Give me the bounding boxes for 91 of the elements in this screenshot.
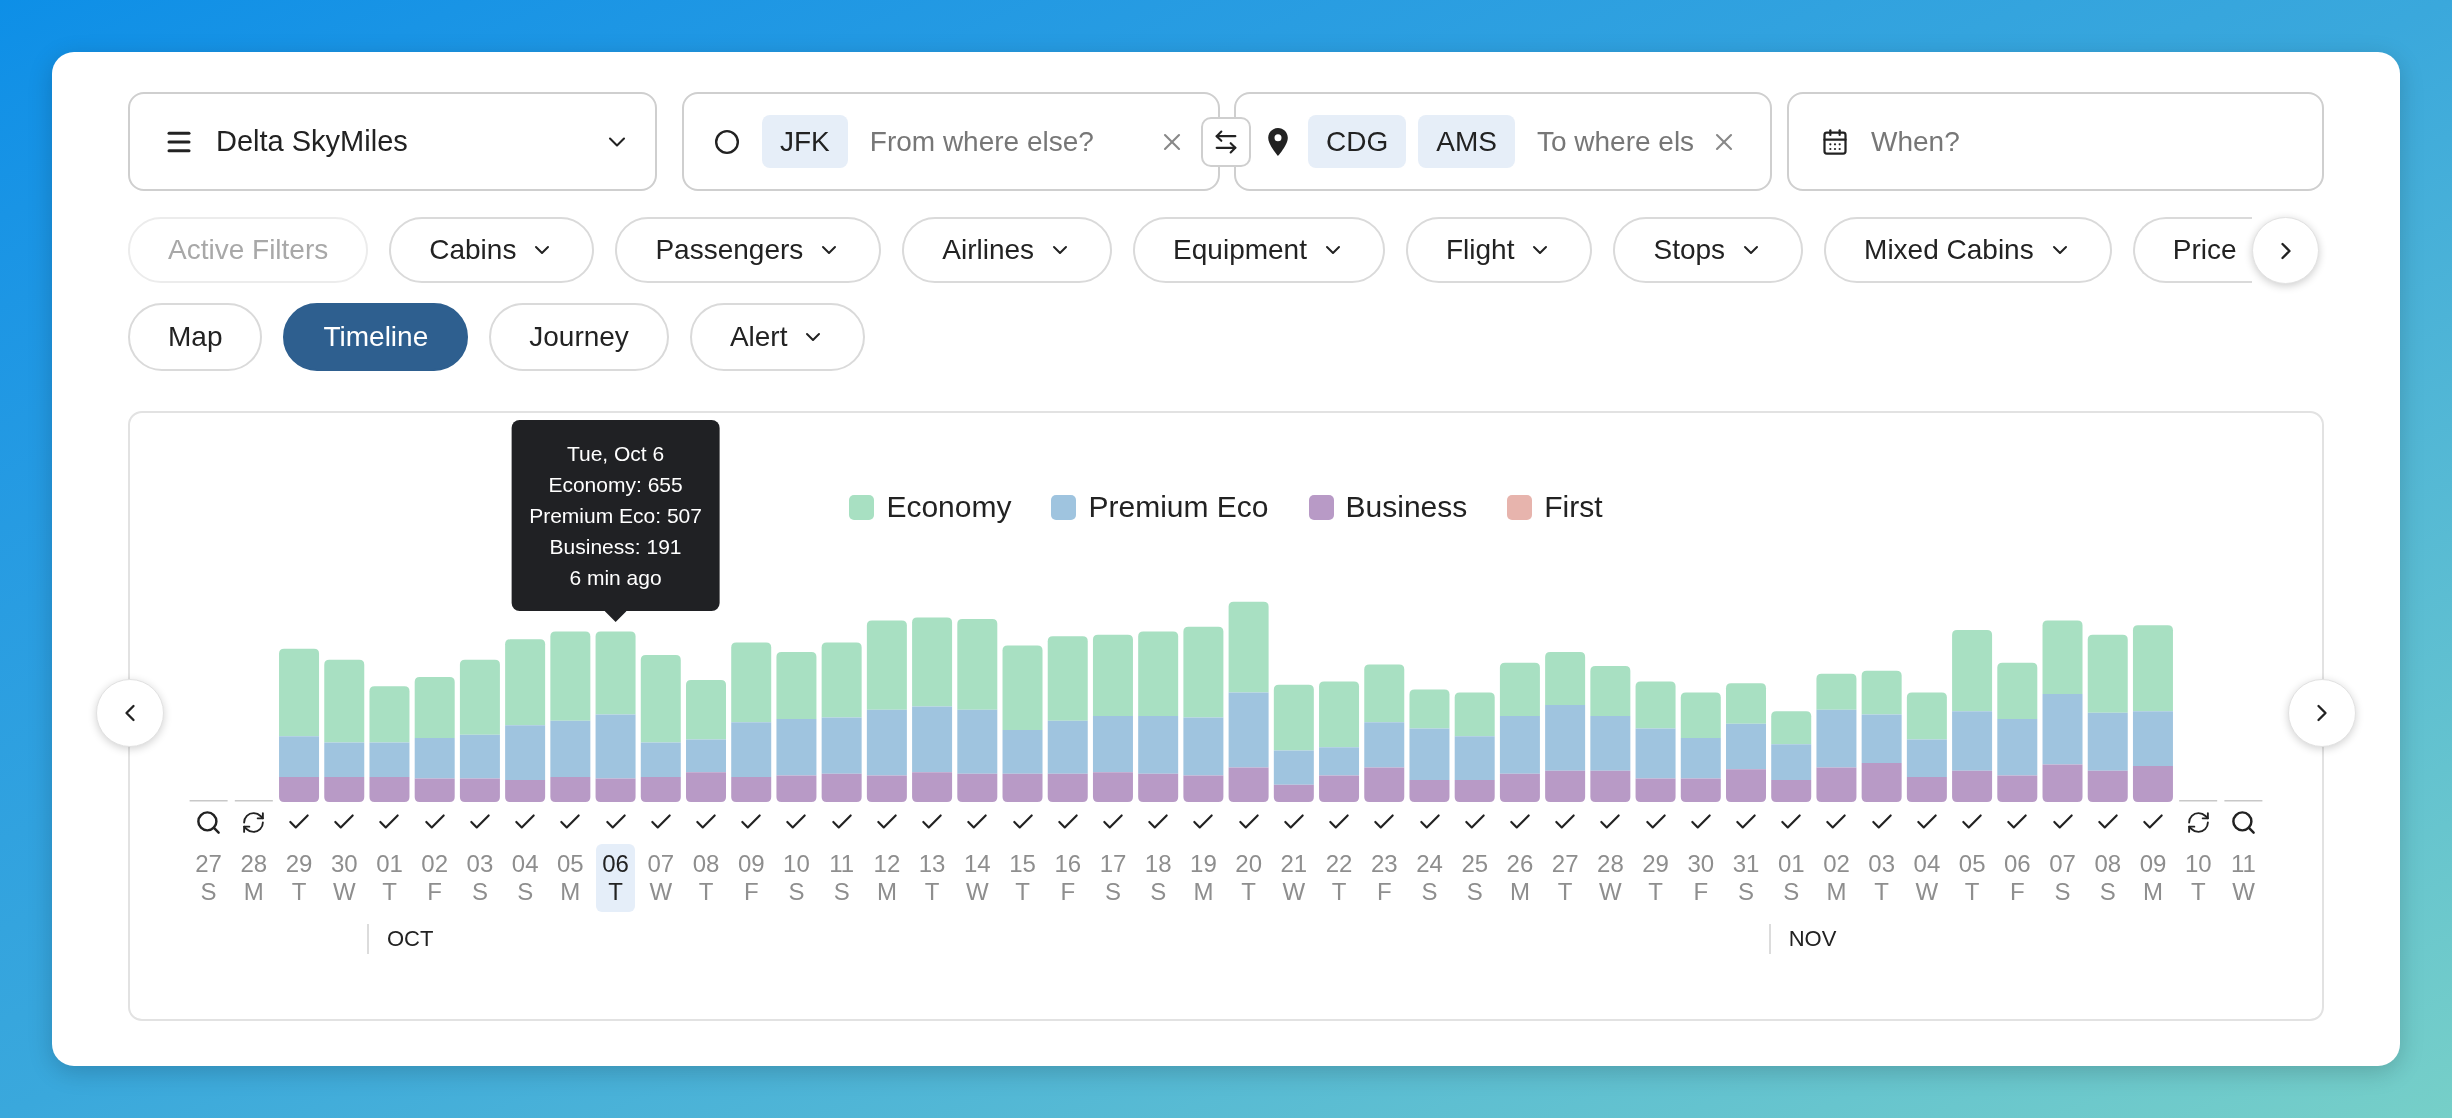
date-button[interactable]: 23 F [1364,844,1404,912]
date-field[interactable]: When? [1787,92,2324,191]
date-button[interactable]: 18 S [1138,844,1178,912]
filter-chip[interactable]: Price [2132,217,2252,283]
filter-chip[interactable]: Stops [1613,217,1804,283]
date-button[interactable]: 29 T [1636,844,1676,912]
refresh-icon[interactable] [241,809,267,835]
date-button[interactable]: 12 M [867,844,907,912]
date-button[interactable]: 02 M [1817,844,1856,912]
date-button[interactable]: 08 S [2088,844,2128,912]
date-button[interactable]: 11 W [2223,844,2263,912]
month-label: NOV [1788,925,1837,953]
filter-chip[interactable]: Mixed Cabins [1824,217,2112,283]
legend-label: Economy [886,489,1012,525]
date-button[interactable]: 07 W [641,844,681,912]
no-data-line [2224,800,2263,802]
view-tab[interactable]: Timeline [283,303,469,371]
destination-field[interactable]: CDG AMS To where els [1234,92,1772,191]
no-data-line [189,800,228,802]
date-button[interactable]: 30 F [1681,844,1721,912]
date-button[interactable]: 13 T [912,844,952,912]
date-button[interactable]: 14 W [957,844,997,912]
date-button[interactable]: 04 S [505,844,545,912]
date-button[interactable]: 10 T [2178,844,2218,912]
no-data-line [234,800,273,802]
filter-chip[interactable]: Passengers [615,217,882,283]
tooltip-text: Business: 191 [549,533,682,560]
date-button[interactable]: 17 S [1093,844,1133,912]
view-tab[interactable]: Journey [489,303,669,371]
date-button[interactable]: 03 S [460,844,500,912]
date-button[interactable]: 09 M [2133,844,2173,912]
tooltip-text: Tue, Oct 6 [566,440,665,467]
date-button[interactable]: 01 T [370,844,409,912]
date-button[interactable]: 11 S [822,844,862,912]
month-label: OCT [386,925,434,953]
calendar-icon [1821,127,1849,156]
swap-button[interactable] [1201,117,1251,167]
search-icon[interactable] [195,808,223,836]
date-button[interactable]: 07 S [2043,844,2083,912]
filter-chip[interactable]: Airlines [902,217,1113,283]
date-button[interactable]: 28 W [1590,844,1630,912]
date-button[interactable]: 31 S [1726,844,1766,912]
circle-icon [714,128,740,155]
no-data-line [2179,800,2218,802]
filter-chip[interactable]: Equipment [1133,217,1385,283]
date-button[interactable]: 16 F [1048,844,1088,912]
date-button[interactable]: 05 T [1952,844,1992,912]
date-button[interactable]: 29 T [279,844,319,912]
legend-label: Business [1345,489,1468,525]
date-button[interactable]: 28 M [234,844,274,912]
date-button[interactable]: 06 F [1997,844,2037,912]
refresh-icon[interactable] [2185,809,2211,835]
destination-input[interactable]: To where els [1536,120,1698,163]
date-button[interactable]: 22 T [1319,844,1359,912]
date-button[interactable]: 08 T [686,844,726,912]
date-button[interactable]: 20 T [1229,844,1269,912]
legend-label: Premium Eco [1088,489,1269,525]
date-input[interactable]: When? [1871,120,2290,163]
date-button[interactable]: 27 T [1545,844,1585,912]
date-button[interactable]: 03 T [1862,844,1902,912]
date-button[interactable]: 30 W [324,844,364,912]
program-select[interactable]: Delta SkyMiles [128,92,657,191]
date-button[interactable]: 15 T [1003,844,1043,912]
map-pin-icon [1268,127,1288,156]
airport-tag[interactable]: CDG [1308,115,1407,168]
view-tab[interactable]: Map [128,303,263,371]
origin-input[interactable]: From where else? [869,120,1136,163]
date-button[interactable]: 26 M [1500,844,1540,912]
origin-field[interactable]: JFK From where else? [682,92,1220,191]
legend-label: First [1544,489,1603,525]
tooltip-text: Economy: 655 [548,471,683,498]
date-button[interactable]: 01 S [1771,844,1811,912]
airport-tag[interactable]: AMS [1418,115,1515,168]
filter-chip[interactable]: Cabins [389,217,595,283]
date-button[interactable]: 04 W [1907,844,1947,912]
airport-tag[interactable]: JFK [762,115,848,168]
date-button[interactable]: 06 T [596,844,636,912]
date-button[interactable]: 24 S [1410,844,1449,912]
view-tab[interactable]: Alert [689,303,866,371]
date-button[interactable]: 21 W [1274,844,1314,912]
date-button[interactable]: 09 F [731,844,771,912]
date-button[interactable]: 02 F [415,844,455,912]
search-icon[interactable] [2229,808,2257,836]
tooltip-text: Premium Eco: 507 [529,502,702,529]
date-button[interactable]: 27 S [189,844,229,912]
date-button[interactable]: 19 M [1183,844,1223,912]
filter-chip[interactable]: Flight [1406,217,1593,283]
date-button[interactable]: 25 S [1455,844,1495,912]
date-button[interactable]: 10 S [776,844,816,912]
tooltip-text: 6 min ago [569,564,662,591]
date-button[interactable]: 05 M [550,844,590,912]
